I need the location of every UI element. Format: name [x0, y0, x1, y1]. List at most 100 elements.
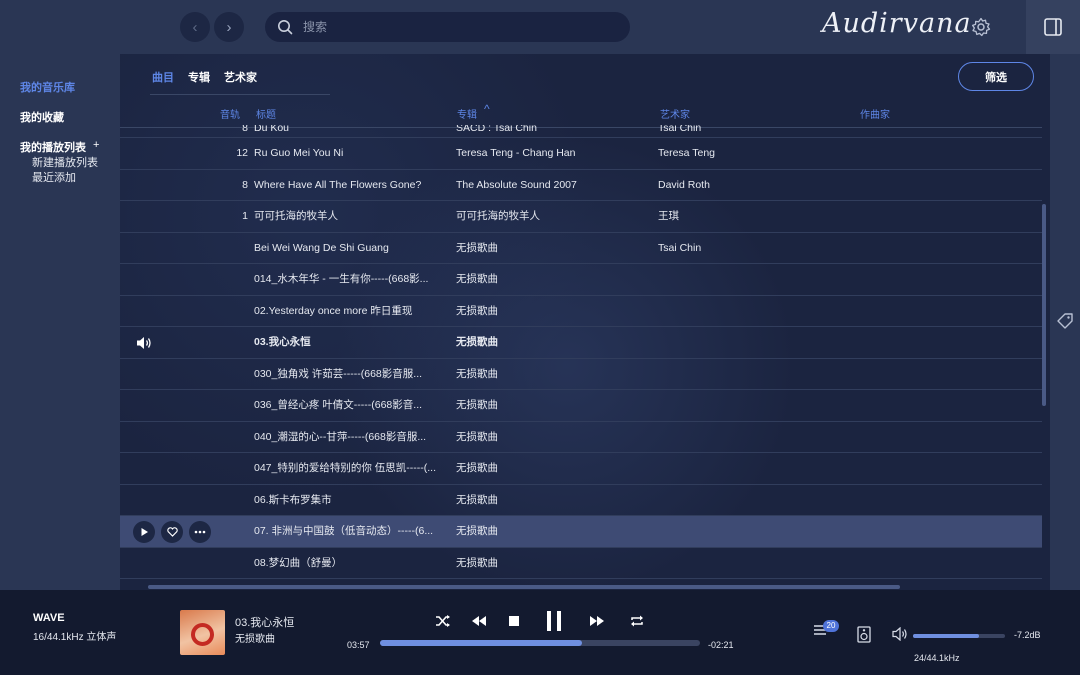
tab-artists[interactable]: 艺术家: [224, 69, 257, 85]
table-row[interactable]: 014_水木年华 - 一生有你-----(668影... 无损歌曲: [120, 264, 1042, 296]
track-album: Teresa Teng - Chang Han: [456, 147, 576, 159]
heart-icon: [166, 527, 178, 537]
forward-button[interactable]: ›: [214, 12, 244, 42]
repeat-icon[interactable]: [629, 614, 645, 628]
table-row[interactable]: 036_曾经心疼 叶倩文-----(668影音... 无损歌曲: [120, 390, 1042, 422]
column-track[interactable]: 音轨: [220, 106, 240, 121]
volume-fill: [913, 634, 980, 638]
table-row[interactable]: 8 Where Have All The Flowers Gone? The A…: [120, 170, 1042, 201]
pause-icon[interactable]: [545, 610, 563, 632]
track-album: 无损歌曲: [456, 336, 498, 348]
table-row[interactable]: 8 Du Kou SACD : Tsai Chin Tsai Chin: [120, 125, 1042, 138]
horizontal-scrollbar[interactable]: [148, 585, 900, 589]
stop-icon[interactable]: [509, 616, 519, 626]
column-artist[interactable]: 艺术家: [660, 106, 690, 121]
tag-icon[interactable]: [1056, 312, 1074, 330]
previous-icon[interactable]: [471, 614, 487, 628]
row-favorite-button[interactable]: [161, 521, 183, 543]
volume-db: -7.2dB: [1014, 630, 1041, 640]
tab-tracks[interactable]: 曲目: [152, 69, 174, 85]
track-album: 无损歌曲: [456, 462, 498, 474]
next-icon[interactable]: [589, 614, 605, 628]
track-album: 无损歌曲: [456, 304, 498, 317]
track-title: 02.Yesterday once more 昨日重现: [254, 304, 413, 317]
track-album: 无损歌曲: [456, 525, 498, 537]
now-playing-album: 无损歌曲: [235, 634, 275, 645]
table-row[interactable]: Bei Wei Wang De Shi Guang 无损歌曲 Tsai Chin: [120, 233, 1042, 264]
column-album[interactable]: 专辑: [457, 106, 477, 121]
track-album: 无损歌曲: [456, 493, 498, 506]
row-play-button[interactable]: [133, 521, 155, 543]
volume-slider[interactable]: [913, 634, 1005, 638]
output-device-icon[interactable]: [857, 626, 871, 643]
search-icon: [278, 20, 293, 35]
elapsed-time: 03:57: [347, 640, 370, 650]
view-tabs: 曲目 专辑 艺术家: [152, 69, 257, 85]
app-logo: Audirvana: [822, 8, 972, 39]
track-album: 无损歌曲: [456, 241, 498, 254]
album-cover[interactable]: [180, 610, 225, 655]
track-artist: David Roth: [658, 178, 710, 191]
track-title: 06.斯卡布罗集市: [254, 493, 332, 506]
track-title: 08.梦幻曲（舒曼）: [254, 556, 343, 569]
search-bar[interactable]: [265, 12, 630, 42]
shuffle-icon[interactable]: [435, 614, 451, 628]
table-row-now-playing[interactable]: 03.我心永恒 无损歌曲: [120, 327, 1042, 359]
table-row[interactable]: 030_独角戏 许茹芸-----(668影音服... 无损歌曲: [120, 359, 1042, 390]
track-album: SACD : Tsai Chin: [456, 125, 537, 132]
gear-icon[interactable]: [970, 16, 992, 38]
track-title: Bei Wei Wang De Shi Guang: [254, 241, 389, 254]
track-number: 12: [236, 147, 248, 159]
track-title: Du Kou: [254, 125, 290, 132]
table-row[interactable]: 040_潮湿的心--甘萍-----(668影音服... 无损歌曲: [120, 422, 1042, 453]
track-number: 1: [242, 210, 248, 222]
panel-toggle-button[interactable]: [1026, 0, 1080, 54]
audio-format: WAVE: [33, 612, 65, 624]
table-row[interactable]: 1 可可托海的牧羊人 可可托海的牧羊人 王琪: [120, 201, 1042, 233]
table-row-selected[interactable]: 07. 非洲与中国鼓（低音动态）-----(6... 无损歌曲: [120, 516, 1042, 548]
track-title: 047_特别的爱给特别的你 伍思凯-----(...: [254, 462, 437, 474]
track-title: 可可托海的牧羊人: [254, 210, 338, 222]
album-cover-art: [191, 623, 214, 646]
progress-bar[interactable]: [380, 640, 700, 646]
track-album: The Absolute Sound 2007: [456, 178, 577, 191]
track-artist: Teresa Teng: [658, 147, 716, 159]
table-row[interactable]: 02.Yesterday once more 昨日重现 无损歌曲: [120, 296, 1042, 327]
sidebar-item-new-playlist[interactable]: 新建播放列表: [32, 154, 98, 170]
column-headers: 音轨 标题 专辑 ^ 艺术家 作曲家: [120, 102, 1050, 126]
play-icon: [141, 528, 148, 536]
vertical-scrollbar[interactable]: [1042, 204, 1046, 406]
track-title: 014_水木年华 - 一生有你-----(668影...: [254, 273, 429, 285]
track-artist: Tsai Chin: [658, 241, 702, 254]
track-album: 无损歌曲: [456, 367, 498, 380]
add-playlist-button[interactable]: +: [93, 139, 99, 151]
track-title: 03.我心永恒: [254, 336, 311, 348]
track-title: 07. 非洲与中国鼓（低音动态）-----(6...: [254, 525, 434, 537]
track-table: 8 Du Kou SACD : Tsai Chin Tsai Chin 12 R…: [120, 125, 1042, 579]
column-title[interactable]: 标题: [256, 106, 276, 121]
track-album: 无损歌曲: [456, 556, 498, 569]
track-title: 030_独角戏 许茹芸-----(668影音服...: [254, 367, 423, 380]
sidebar-item-recently-added[interactable]: 最近添加: [32, 169, 76, 185]
filter-button[interactable]: 筛选: [958, 62, 1034, 91]
table-row[interactable]: 08.梦幻曲（舒曼） 无损歌曲: [120, 548, 1042, 579]
output-format: 24/44.1kHz: [914, 653, 960, 663]
sidebar-item-favorites[interactable]: 我的收藏: [20, 109, 64, 125]
back-button[interactable]: ‹: [180, 12, 210, 42]
tab-albums[interactable]: 专辑: [188, 69, 210, 85]
track-title: Where Have All The Flowers Gone?: [254, 178, 422, 191]
table-row[interactable]: 047_特别的爱给特别的你 伍思凯-----(... 无损歌曲: [120, 453, 1042, 485]
volume-icon[interactable]: [892, 627, 909, 641]
row-more-button[interactable]: [189, 521, 211, 543]
track-number: 8: [242, 125, 248, 132]
table-row[interactable]: 06.斯卡布罗集市 无损歌曲: [120, 485, 1042, 516]
table-row[interactable]: 12 Ru Guo Mei You Ni Teresa Teng - Chang…: [120, 138, 1042, 170]
sidebar-item-library[interactable]: 我的音乐库: [20, 79, 75, 95]
sort-ascending-icon: ^: [484, 102, 490, 116]
column-composer[interactable]: 作曲家: [860, 106, 890, 121]
top-bar: ‹ › Audirvana: [0, 0, 1080, 54]
search-input[interactable]: [303, 20, 603, 34]
sidebar-item-playlists[interactable]: 我的播放列表: [20, 139, 86, 155]
remaining-time: -02:21: [708, 640, 734, 650]
speaker-icon: [137, 337, 151, 349]
